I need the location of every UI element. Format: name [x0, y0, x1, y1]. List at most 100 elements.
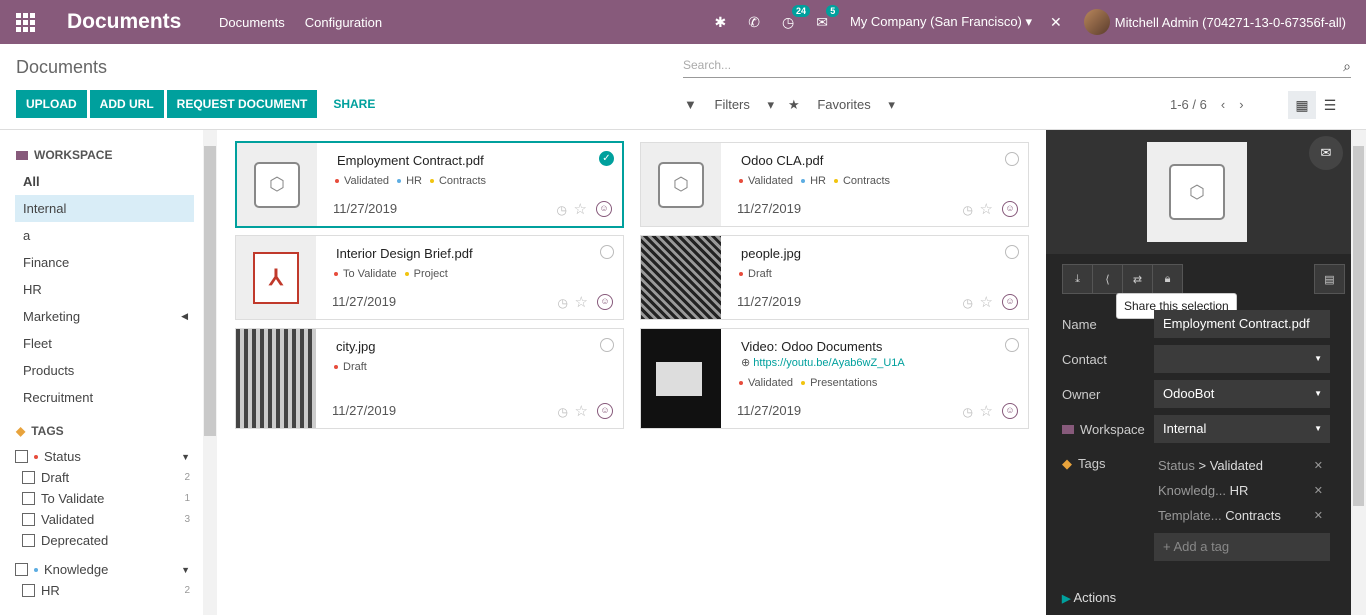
- sidebar-item-products[interactable]: Products: [15, 357, 194, 384]
- company-switcher[interactable]: My Company (San Francisco) ▾: [850, 14, 1032, 30]
- select-radio[interactable]: [1005, 338, 1019, 352]
- star-icon[interactable]: ☆: [574, 200, 587, 218]
- sidebar-item-internal[interactable]: Internal: [15, 195, 194, 222]
- list-view-icon[interactable]: ☰: [1316, 91, 1344, 119]
- download-icon[interactable]: ⤓: [1062, 264, 1093, 294]
- select-radio[interactable]: [1005, 245, 1019, 259]
- kanban-view-icon[interactable]: ▦: [1288, 91, 1316, 119]
- document-preview[interactable]: ⬡: [1147, 142, 1247, 242]
- star-icon[interactable]: ☆: [980, 402, 993, 420]
- tag-item-hr[interactable]: HR 2: [22, 580, 190, 601]
- remove-tag-icon[interactable]: ✕: [1314, 480, 1323, 502]
- apps-menu-icon[interactable]: [0, 12, 50, 32]
- clock-icon[interactable]: ◷: [963, 296, 973, 310]
- tag-group-knowledge[interactable]: Knowledge ▼: [15, 559, 190, 580]
- tag-item-draft[interactable]: Draft 2: [22, 467, 190, 488]
- checkbox[interactable]: [22, 471, 35, 484]
- star-icon[interactable]: ☆: [980, 293, 993, 311]
- select-radio[interactable]: [600, 245, 614, 259]
- remove-tag-icon[interactable]: ✕: [1314, 505, 1323, 527]
- avatar-icon[interactable]: ☺: [597, 403, 613, 419]
- pager-next-icon[interactable]: ›: [1239, 97, 1243, 112]
- contact-field[interactable]: ▼: [1154, 345, 1330, 373]
- search-icon[interactable]: ⌕: [1343, 58, 1351, 75]
- caret-down-icon[interactable]: ▼: [181, 565, 190, 575]
- messages-icon[interactable]: ✉ 5: [816, 4, 840, 31]
- inspector-scrollbar[interactable]: [1351, 130, 1366, 615]
- sidebar-item-recruitment[interactable]: Recruitment: [15, 384, 194, 411]
- avatar-icon[interactable]: ☺: [1002, 403, 1018, 419]
- star-icon[interactable]: ☆: [980, 200, 993, 218]
- checkbox[interactable]: [22, 492, 35, 505]
- phone-icon[interactable]: ✆: [748, 14, 760, 31]
- lock-icon[interactable]: 🔒︎: [1152, 264, 1183, 294]
- tag-item-deprecated[interactable]: Deprecated: [22, 530, 190, 551]
- tag-item-to-validate[interactable]: To Validate 1: [22, 488, 190, 509]
- checkbox[interactable]: [22, 513, 35, 526]
- add-url-button[interactable]: ADD URL: [89, 90, 164, 118]
- sidebar-item-finance[interactable]: Finance: [15, 249, 194, 276]
- sidebar-item-fleet[interactable]: Fleet: [15, 330, 194, 357]
- checkbox[interactable]: [15, 563, 28, 576]
- checkbox[interactable]: [22, 584, 35, 597]
- checkbox[interactable]: [15, 450, 28, 463]
- archive-icon[interactable]: ▤: [1314, 264, 1345, 294]
- clock-icon[interactable]: ◷: [558, 296, 568, 310]
- add-tag-input[interactable]: + Add a tag: [1154, 533, 1330, 561]
- activity-icon[interactable]: ◷ 24: [782, 4, 810, 31]
- tag-item-validated[interactable]: Validated 3: [22, 509, 190, 530]
- filters-dropdown[interactable]: ▼ Filters ▾: [684, 97, 774, 113]
- upload-button[interactable]: UPLOAD: [16, 90, 87, 118]
- favorites-dropdown[interactable]: ★ Favorites ▾: [788, 97, 895, 113]
- avatar-icon[interactable]: ☺: [597, 294, 613, 310]
- remove-tag-icon[interactable]: ✕: [1314, 455, 1323, 477]
- caret-down-icon[interactable]: ▼: [181, 452, 190, 462]
- search-input[interactable]: Search... ⌕: [683, 58, 1351, 78]
- request-document-button[interactable]: REQUEST DOCUMENT: [166, 90, 318, 118]
- avatar-icon[interactable]: ☺: [1002, 201, 1018, 217]
- checkbox[interactable]: [22, 534, 35, 547]
- document-card[interactable]: city.jpg Draft 11/27/2019 ◷ ☆ ☺: [235, 328, 624, 429]
- avatar[interactable]: [1083, 9, 1110, 35]
- sidebar-item-marketing[interactable]: Marketing ◀: [15, 303, 194, 330]
- star-icon[interactable]: ☆: [575, 293, 588, 311]
- name-field[interactable]: Employment Contract.pdf: [1154, 310, 1330, 338]
- pager-value[interactable]: 1-6 / 6: [1170, 97, 1207, 112]
- document-card[interactable]: Video: Odoo Documents ⊕ https://youtu.be…: [640, 328, 1029, 429]
- clock-icon[interactable]: ◷: [557, 203, 567, 217]
- avatar-icon[interactable]: ☺: [596, 201, 612, 217]
- share-icon[interactable]: ⟨: [1092, 264, 1123, 294]
- workspace-field[interactable]: Internal ▼: [1154, 415, 1330, 443]
- selected-check-icon[interactable]: ✓: [599, 151, 614, 166]
- clock-icon[interactable]: ◷: [558, 405, 568, 419]
- share-button[interactable]: SHARE: [323, 90, 385, 118]
- clock-icon[interactable]: ◷: [963, 203, 973, 217]
- document-card[interactable]: ⅄ Interior Design Brief.pdf To Validate P…: [235, 235, 624, 320]
- sidebar-scrollbar[interactable]: [203, 130, 217, 615]
- document-url[interactable]: ⊕ https://youtu.be/Ayab6wZ_U1A: [741, 356, 905, 369]
- user-menu[interactable]: Mitchell Admin (704271-13-0-67356f-all): [1115, 15, 1346, 30]
- sidebar-item-hr[interactable]: HR: [15, 276, 194, 303]
- bug-icon[interactable]: ✱: [715, 14, 727, 31]
- document-card[interactable]: people.jpg Draft 11/27/2019 ◷ ☆ ☺: [640, 235, 1029, 320]
- document-card[interactable]: ⬡ Odoo CLA.pdf Validated HR Contracts 11/2…: [640, 142, 1029, 227]
- menu-configuration[interactable]: Configuration: [305, 15, 382, 30]
- select-radio[interactable]: [600, 338, 614, 352]
- pager-previous-icon[interactable]: ‹: [1221, 97, 1225, 112]
- sidebar-item-all[interactable]: All: [15, 168, 194, 195]
- avatar-icon[interactable]: ☺: [1002, 294, 1018, 310]
- menu-documents[interactable]: Documents: [219, 15, 285, 30]
- replace-icon[interactable]: ⇄: [1122, 264, 1153, 294]
- document-card[interactable]: ⬡ Employment Contract.pdf Validated HR Con…: [235, 141, 624, 228]
- app-title[interactable]: Documents: [67, 10, 219, 34]
- owner-field[interactable]: OdooBot ▼: [1154, 380, 1330, 408]
- caret-left-icon[interactable]: ◀: [181, 303, 188, 330]
- chat-icon[interactable]: ✉: [1309, 136, 1343, 170]
- tag-group-status[interactable]: Status ▼: [15, 446, 190, 467]
- star-icon[interactable]: ☆: [575, 402, 588, 420]
- close-icon[interactable]: ✕: [1050, 14, 1062, 31]
- actions-toggle[interactable]: ▶ Actions: [1062, 590, 1116, 605]
- clock-icon[interactable]: ◷: [963, 405, 973, 419]
- select-radio[interactable]: [1005, 152, 1019, 166]
- sidebar-item-a[interactable]: a: [15, 222, 194, 249]
